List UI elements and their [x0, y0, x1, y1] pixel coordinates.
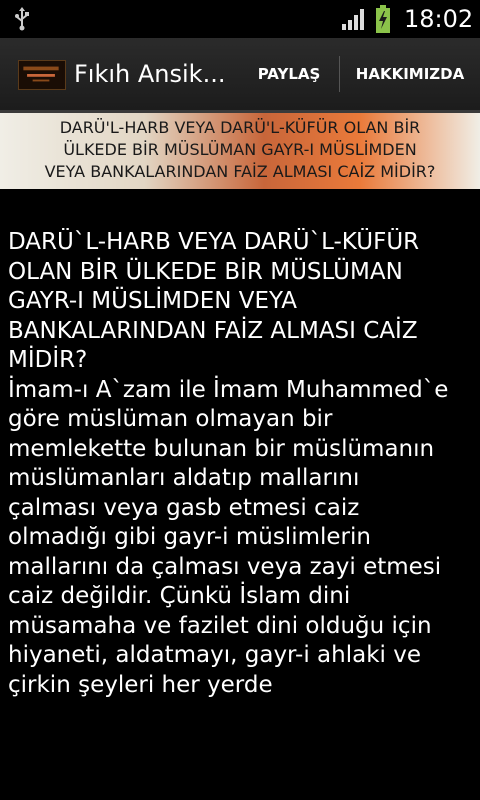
article-line: müslümanları aldatıp mallarını	[8, 465, 360, 491]
article-line: müsamaha ve fazilet dini olduğu için	[8, 612, 432, 639]
app-title: Fıkıh Ansik...	[74, 60, 226, 88]
article-title-banner: DARÜ'L-HARB VEYA DARÜ'L-KÜFÜR OLAN BİR Ü…	[0, 113, 480, 189]
app-logo-mark	[19, 61, 63, 87]
status-clock: 18:02	[404, 5, 474, 33]
article-line: mallarını da çalması veya zayi etmesi	[8, 553, 442, 580]
article-line: GAYR-I MÜSLİMDEN VEYA	[8, 288, 298, 314]
usb-icon	[15, 7, 29, 31]
article-line: memlekette bulunan bir müslümanın	[8, 435, 435, 462]
article-line: OLAN BİR ÜLKEDE BİR MÜSLÜMAN	[8, 258, 403, 285]
battery-charging-icon	[376, 5, 390, 33]
article-line: caiz değildir. Çünkü İslam dini	[8, 583, 351, 609]
article-line: DARÜ`L-HARB VEYA DARÜ`L-KÜFÜR	[8, 229, 420, 255]
banner-line: ÜLKEDE BİR MÜSLÜMAN GAYR-I MÜSLİMDEN	[63, 140, 417, 159]
action-bar: Fıkıh Ansik... PAYLAŞ HAKKIMIZDA	[0, 38, 480, 113]
share-button[interactable]: PAYLAŞ	[244, 38, 334, 110]
article-line: BANKALARINDAN FAİZ ALMASI CAİZ	[8, 317, 418, 344]
article-line: çirkin şeyleri her yerde	[8, 671, 273, 698]
article-body[interactable]: DARÜ`L-HARB VEYA DARÜ`L-KÜFÜR OLAN BİR Ü…	[8, 228, 474, 720]
banner-line: VEYA BANKALARINDAN FAİZ ALMASI CAİZ MİDİ…	[44, 162, 436, 181]
action-divider	[339, 56, 340, 92]
app-logo[interactable]	[18, 60, 66, 90]
article-line: MİDİR?	[8, 347, 88, 373]
status-bar: 18:02	[0, 0, 480, 38]
article-line: hiyaneti, aldatmayı, gayr-i ahlaki ve	[8, 642, 421, 668]
banner-line: DARÜ'L-HARB VEYA DARÜ'L-KÜFÜR OLAN BİR	[59, 118, 421, 137]
about-us-button[interactable]: HAKKIMIZDA	[344, 38, 476, 110]
article-line: çalması veya gasb etmesi caiz	[8, 494, 360, 521]
article-line: İmam-ı A`zam ile İmam Muhammed`e	[8, 376, 449, 403]
signal-icon	[342, 9, 364, 30]
article-line: göre müslüman olmayan bir	[8, 406, 333, 432]
article-line: olmadığı gibi gayr-i müslimlerin	[8, 524, 371, 550]
